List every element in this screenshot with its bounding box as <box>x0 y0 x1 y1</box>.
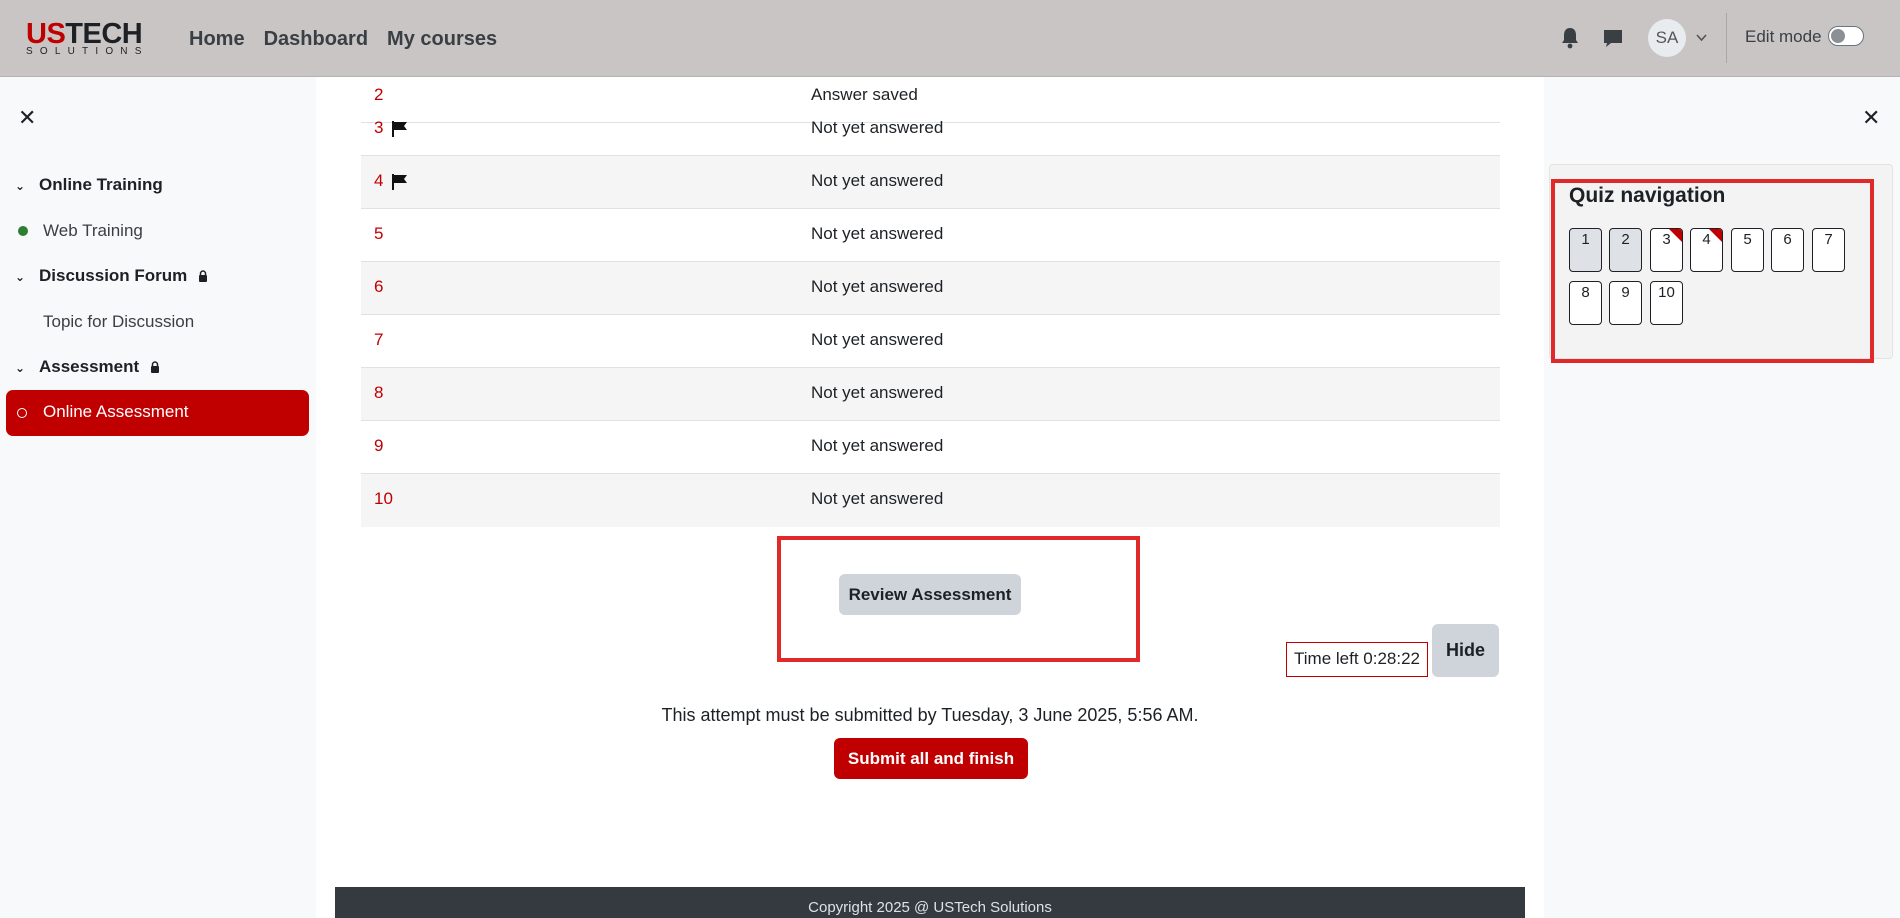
course-item-label: Online Assessment <box>43 402 189 421</box>
table-row: 10 Not yet answered <box>361 474 1500 527</box>
question-number-link[interactable]: 7 <box>374 330 383 350</box>
flag-corner-icon <box>1709 229 1722 242</box>
submit-deadline-note: This attempt must be submitted by Tuesda… <box>661 705 1199 725</box>
main-content: 2 Answer saved 3 Not yet answered 4 Not … <box>316 77 1544 918</box>
chevron-down-icon[interactable] <box>1696 34 1707 42</box>
question-status: Not yet answered <box>811 383 944 402</box>
quiz-nav-button-6[interactable]: 6 <box>1771 228 1804 272</box>
course-item-online-assessment[interactable]: Online Assessment <box>6 390 309 436</box>
question-status: Not yet answered <box>811 277 944 296</box>
nav-home[interactable]: Home <box>189 26 245 52</box>
question-number-link[interactable]: 2 <box>374 85 383 105</box>
toggle-knob <box>1831 29 1845 43</box>
quiz-nav-button-2[interactable]: 2 <box>1609 228 1642 272</box>
section-discussion-forum[interactable]: ⌄ Discussion Forum <box>15 266 208 286</box>
nav-divider <box>1726 13 1727 63</box>
quiz-nav-button-3[interactable]: 3 <box>1650 228 1683 272</box>
quiz-navigation-title: Quiz navigation <box>1569 184 1726 207</box>
submit-all-and-finish-button[interactable]: Submit all and finish <box>834 738 1028 779</box>
course-item-topic-for-discussion[interactable]: Topic for Discussion <box>43 312 194 332</box>
question-number-link[interactable]: 3 <box>374 118 383 138</box>
logo-subtitle: SOLUTIONS <box>26 46 149 57</box>
question-number-link[interactable]: 4 <box>374 171 383 191</box>
flag-icon <box>392 121 407 137</box>
course-item-web-training[interactable]: Web Training <box>18 221 143 241</box>
question-status: Not yet answered <box>811 436 944 455</box>
quiz-nav-button-7[interactable]: 7 <box>1812 228 1845 272</box>
question-number-link[interactable]: 9 <box>374 436 383 456</box>
course-index-drawer: ✕ ⌄ Online Training Web Training ⌄ Discuss… <box>0 77 316 918</box>
quiz-nav-button-10[interactable]: 10 <box>1650 281 1683 325</box>
user-avatar[interactable]: SA <box>1648 19 1686 57</box>
flag-corner-icon <box>1669 229 1682 242</box>
status-ring-icon <box>17 408 27 418</box>
edit-mode-toggle[interactable] <box>1828 26 1864 46</box>
quiz-nav-button-8[interactable]: 8 <box>1569 281 1602 325</box>
section-assessment[interactable]: ⌄ Assessment <box>15 357 160 377</box>
question-number-link[interactable]: 10 <box>374 489 393 509</box>
chevron-down-icon[interactable]: ⌄ <box>15 270 29 284</box>
quiz-nav-button-9[interactable]: 9 <box>1609 281 1642 325</box>
table-row: 3 Not yet answered <box>361 103 1500 156</box>
edit-mode-label: Edit mode <box>1745 27 1822 46</box>
completion-dot <box>18 226 28 236</box>
block-drawer: ✕ Quiz navigation 1 2 3 4 5 6 7 8 9 10 <box>1544 77 1900 918</box>
close-icon[interactable]: ✕ <box>18 107 36 129</box>
page-footer: Copyright 2025 @ USTech Solutions <box>335 887 1525 918</box>
lock-icon <box>150 361 159 373</box>
table-row: 5 Not yet answered <box>361 209 1500 262</box>
nav-dashboard[interactable]: Dashboard <box>264 26 368 52</box>
section-online-training[interactable]: ⌄ Online Training <box>15 175 163 195</box>
question-status: Not yet answered <box>811 171 944 190</box>
table-row: 8 Not yet answered <box>361 368 1500 421</box>
question-status: Not yet answered <box>811 224 944 243</box>
chevron-down-icon[interactable]: ⌄ <box>15 361 29 375</box>
question-status: Not yet answered <box>811 330 944 349</box>
time-left-timer: Time left 0:28:22 <box>1286 642 1428 677</box>
hide-timer-button[interactable]: Hide <box>1432 624 1499 677</box>
question-status: Answer saved <box>811 85 918 104</box>
table-row: 6 Not yet answered <box>361 262 1500 315</box>
question-number-link[interactable]: 6 <box>374 277 383 297</box>
quiz-nav-button-1[interactable]: 1 <box>1569 228 1602 272</box>
question-status: Not yet answered <box>811 489 944 508</box>
table-row: 9 Not yet answered <box>361 421 1500 474</box>
quiz-nav-button-4[interactable]: 4 <box>1690 228 1723 272</box>
close-icon[interactable]: ✕ <box>1862 107 1880 129</box>
question-number-link[interactable]: 8 <box>374 383 383 403</box>
quiz-nav-button-5[interactable]: 5 <box>1731 228 1764 272</box>
table-row: 7 Not yet answered <box>361 315 1500 368</box>
nav-my-courses[interactable]: My courses <box>387 26 497 52</box>
top-navbar: USTECH SOLUTIONS Home Dashboard My cours… <box>0 0 1900 77</box>
primary-nav: Home Dashboard My courses <box>189 26 516 52</box>
bell-icon[interactable] <box>1560 27 1580 49</box>
question-status: Not yet answered <box>811 118 944 137</box>
chevron-down-icon[interactable]: ⌄ <box>15 179 29 193</box>
question-number-link[interactable]: 5 <box>374 224 383 244</box>
lock-icon <box>199 270 208 282</box>
table-row: 4 Not yet answered <box>361 156 1500 209</box>
chat-icon[interactable] <box>1602 27 1624 49</box>
review-assessment-button[interactable]: Review Assessment <box>839 574 1021 615</box>
flag-icon <box>392 174 407 190</box>
brand-logo[interactable]: USTECH SOLUTIONS <box>26 18 143 57</box>
